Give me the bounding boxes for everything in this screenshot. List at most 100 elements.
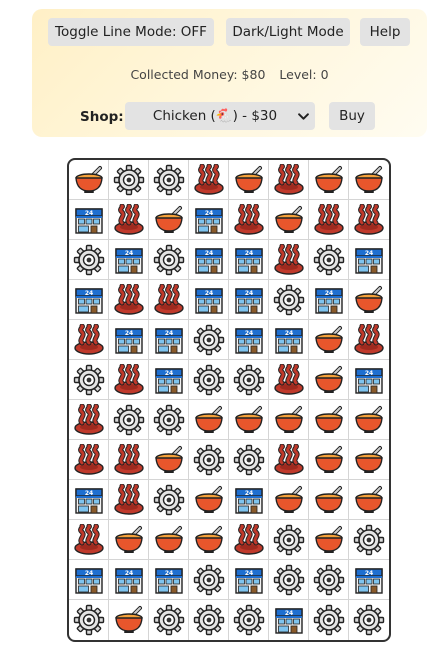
board-cell[interactable]: 24 xyxy=(149,360,189,400)
board-cell[interactable] xyxy=(69,360,109,400)
board-cell[interactable]: 24 xyxy=(349,560,389,600)
board-cell[interactable] xyxy=(229,160,269,200)
toggle-line-mode-button[interactable]: Toggle Line Mode: OFF xyxy=(48,18,214,46)
shop-select[interactable]: Chicken (🐔) - $30 xyxy=(125,102,315,130)
board-cell[interactable] xyxy=(109,400,149,440)
board-cell[interactable] xyxy=(269,360,309,400)
board-cell[interactable]: 24 xyxy=(109,240,149,280)
board-cell[interactable] xyxy=(109,280,149,320)
board-cell[interactable]: 24 xyxy=(109,320,149,360)
board-cell[interactable]: 24 xyxy=(189,200,229,240)
board-cell[interactable] xyxy=(69,600,109,640)
board-cell[interactable]: 24 xyxy=(149,560,189,600)
board-cell[interactable] xyxy=(149,240,189,280)
board-cell[interactable] xyxy=(349,520,389,560)
board-cell[interactable] xyxy=(309,400,349,440)
board-cell[interactable] xyxy=(109,440,149,480)
board-cell[interactable] xyxy=(229,440,269,480)
board-cell[interactable] xyxy=(229,520,269,560)
board-cell[interactable] xyxy=(309,520,349,560)
board-cell[interactable]: 24 xyxy=(189,280,229,320)
board-cell[interactable] xyxy=(189,160,229,200)
board-cell[interactable] xyxy=(349,480,389,520)
board-cell[interactable] xyxy=(69,320,109,360)
board-cell[interactable] xyxy=(349,320,389,360)
board-cell[interactable] xyxy=(229,360,269,400)
board-cell[interactable]: 24 xyxy=(69,560,109,600)
board-cell[interactable] xyxy=(189,600,229,640)
board-cell[interactable]: 24 xyxy=(229,320,269,360)
board-cell[interactable] xyxy=(229,600,269,640)
board-cell[interactable] xyxy=(109,600,149,640)
board-cell[interactable] xyxy=(349,400,389,440)
board-cell[interactable]: 24 xyxy=(69,480,109,520)
board-cell[interactable]: 24 xyxy=(349,360,389,400)
board-cell[interactable] xyxy=(109,360,149,400)
board-cell[interactable] xyxy=(349,160,389,200)
board-cell[interactable] xyxy=(269,480,309,520)
board-cell[interactable] xyxy=(309,240,349,280)
board-cell[interactable] xyxy=(349,600,389,640)
board-cell[interactable]: 24 xyxy=(109,560,149,600)
board-cell[interactable] xyxy=(109,160,149,200)
board-cell[interactable] xyxy=(149,440,189,480)
board-cell[interactable] xyxy=(69,160,109,200)
board-cell[interactable]: 24 xyxy=(309,280,349,320)
board-cell[interactable] xyxy=(149,400,189,440)
board-cell[interactable]: 24 xyxy=(229,240,269,280)
board-cell[interactable] xyxy=(149,480,189,520)
board-cell[interactable] xyxy=(229,200,269,240)
board-cell[interactable] xyxy=(309,600,349,640)
board-cell[interactable]: 24 xyxy=(189,240,229,280)
board-cell[interactable]: 24 xyxy=(69,280,109,320)
board-cell[interactable] xyxy=(309,560,349,600)
board-cell[interactable] xyxy=(229,400,269,440)
board-cell[interactable] xyxy=(189,480,229,520)
board-cell[interactable]: 24 xyxy=(269,600,309,640)
board-cell[interactable] xyxy=(69,440,109,480)
board-cell[interactable] xyxy=(149,160,189,200)
board-cell[interactable] xyxy=(269,240,309,280)
board-cell[interactable] xyxy=(269,440,309,480)
board-cell[interactable] xyxy=(309,320,349,360)
board-cell[interactable] xyxy=(309,360,349,400)
board-cell[interactable] xyxy=(149,200,189,240)
buy-button[interactable]: Buy xyxy=(329,102,375,130)
board-cell[interactable] xyxy=(269,160,309,200)
board-cell[interactable] xyxy=(309,480,349,520)
board-cell[interactable] xyxy=(189,360,229,400)
board-cell[interactable] xyxy=(149,280,189,320)
board-cell[interactable] xyxy=(189,560,229,600)
board-cell[interactable] xyxy=(269,280,309,320)
board-cell[interactable] xyxy=(309,160,349,200)
board-cell[interactable] xyxy=(269,200,309,240)
board-cell[interactable] xyxy=(109,480,149,520)
help-button[interactable]: Help xyxy=(360,18,410,46)
board-cell[interactable] xyxy=(109,520,149,560)
board-cell[interactable] xyxy=(269,400,309,440)
board-cell[interactable]: 24 xyxy=(229,560,269,600)
board-cell[interactable] xyxy=(269,520,309,560)
board-cell[interactable]: 24 xyxy=(269,320,309,360)
board-cell[interactable] xyxy=(189,520,229,560)
board-cell[interactable] xyxy=(69,240,109,280)
board-cell[interactable] xyxy=(189,320,229,360)
board-cell[interactable]: 24 xyxy=(229,280,269,320)
board-cell[interactable] xyxy=(309,200,349,240)
theme-toggle-button[interactable]: Dark/Light Mode xyxy=(226,18,350,46)
board-cell[interactable] xyxy=(149,600,189,640)
board-cell[interactable]: 24 xyxy=(149,320,189,360)
board-cell[interactable] xyxy=(309,440,349,480)
board-cell[interactable]: 24 xyxy=(69,200,109,240)
board-cell[interactable] xyxy=(69,520,109,560)
board-cell[interactable] xyxy=(349,440,389,480)
board-cell[interactable] xyxy=(109,200,149,240)
board-cell[interactable] xyxy=(189,400,229,440)
board-cell[interactable] xyxy=(69,400,109,440)
board-cell[interactable]: 24 xyxy=(229,480,269,520)
board-cell[interactable] xyxy=(189,440,229,480)
board-cell[interactable] xyxy=(349,280,389,320)
board-cell[interactable] xyxy=(269,560,309,600)
board-cell[interactable] xyxy=(149,520,189,560)
board-cell[interactable]: 24 xyxy=(349,240,389,280)
